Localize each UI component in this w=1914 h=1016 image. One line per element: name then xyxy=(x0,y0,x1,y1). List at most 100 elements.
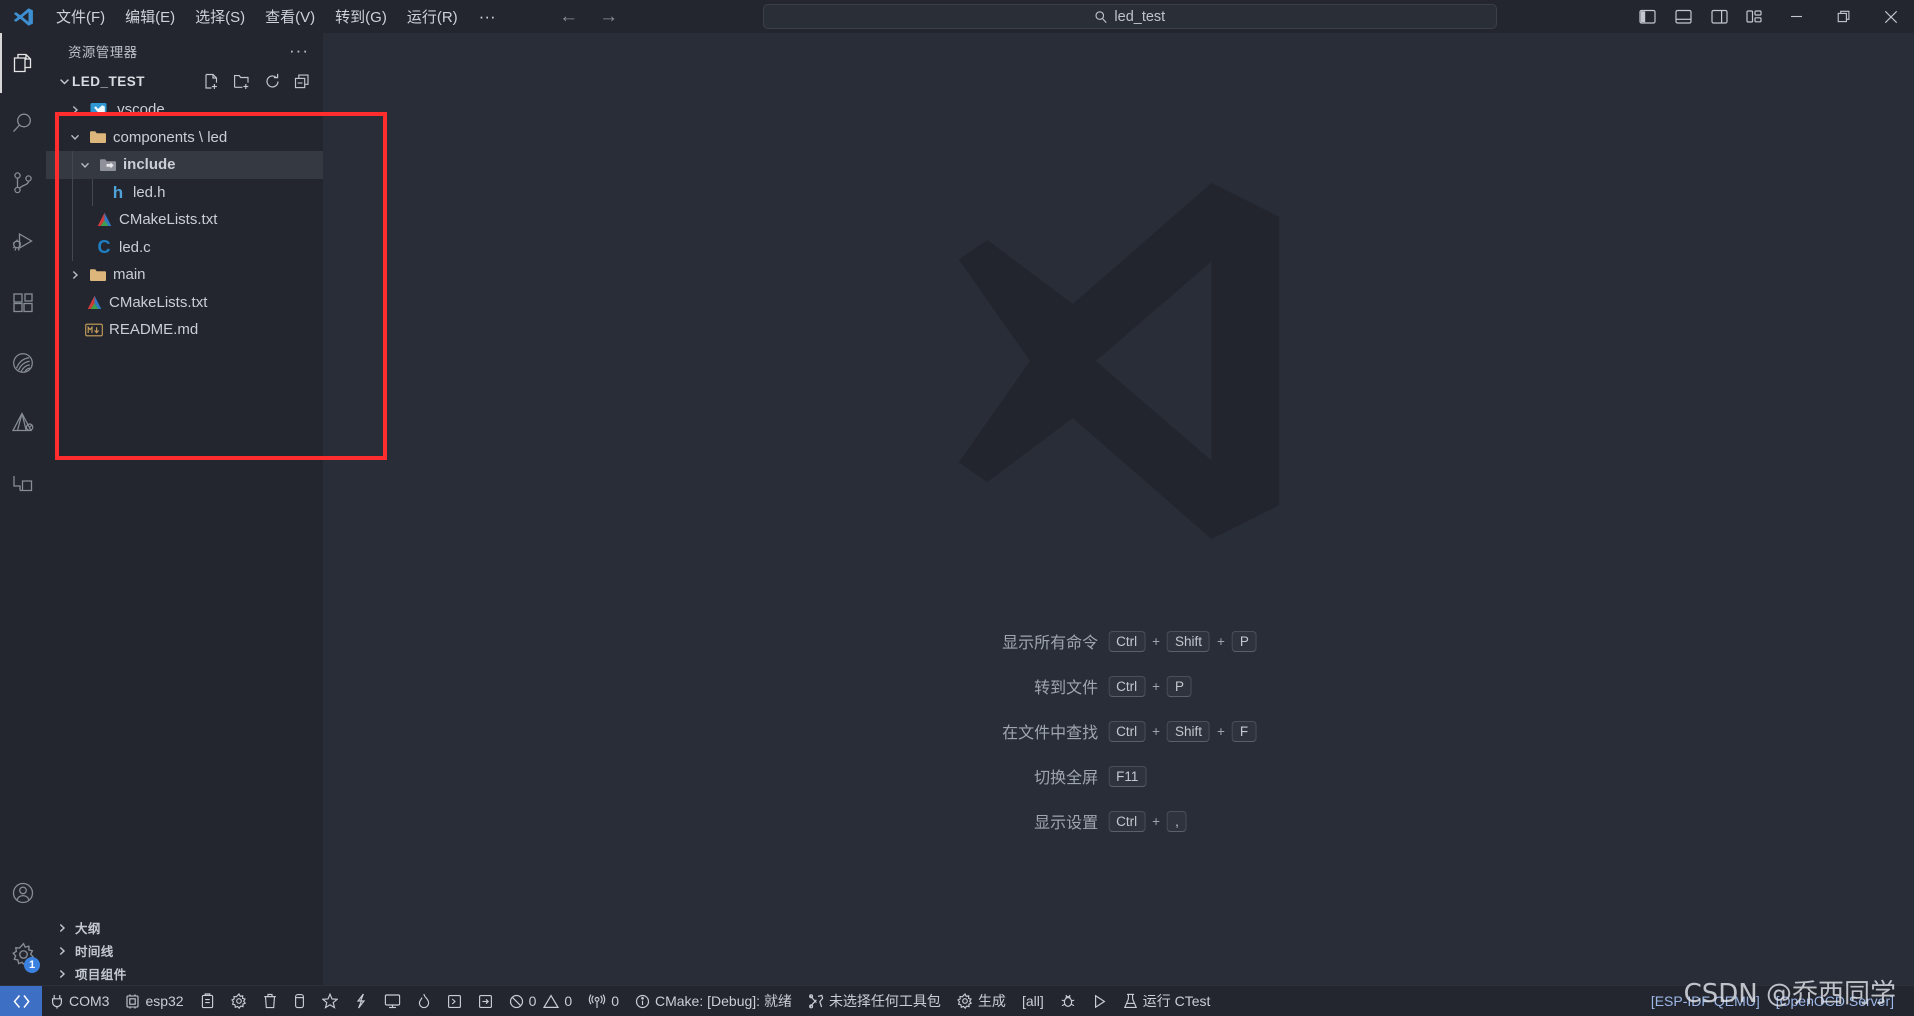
toggle-secondary-sidebar-icon[interactable] xyxy=(1701,0,1737,33)
sidebar-item-extensions[interactable] xyxy=(0,273,46,333)
status-monitor-device[interactable] xyxy=(314,986,346,1016)
manage-settings-button[interactable]: 1 xyxy=(0,923,46,985)
c-file-icon: C xyxy=(97,237,111,258)
status-cmake-kit[interactable]: 未选择任何工具包 xyxy=(800,986,949,1016)
menu-bar: 文件(F) 编辑(E) 选择(S) 查看(V) 转到(G) 运行(R) ··· xyxy=(46,0,507,33)
sidebar-item-search[interactable] xyxy=(0,93,46,153)
minimize-button[interactable] xyxy=(1773,0,1820,33)
status-cmake-ctest[interactable]: 运行 CTest xyxy=(1115,986,1219,1016)
tree-item-led-h-file[interactable]: h led.h xyxy=(46,178,323,206)
status-open-terminal[interactable] xyxy=(376,986,409,1016)
explorer-actions xyxy=(203,73,317,90)
status-label: [OpenOCD Server] xyxy=(1775,993,1894,1009)
chevron-right-icon xyxy=(64,270,86,280)
status-esp-idf-qemu[interactable]: [ESP-IDF QEMU] xyxy=(1643,986,1768,1016)
chevron-right-icon xyxy=(64,105,86,115)
status-open-idf-terminal[interactable] xyxy=(439,986,470,1016)
back-arrow-icon[interactable]: ← xyxy=(559,6,579,28)
status-bar: COM3 esp32 0 0 0 CMake: [Debug]: 就绪 未选择任… xyxy=(0,985,1914,1016)
vscode-window: 文件(F) 编辑(E) 选择(S) 查看(V) 转到(G) 运行(R) ··· … xyxy=(0,0,1914,1016)
sidebar-item-explorer[interactable] xyxy=(0,33,46,93)
status-idf-extra[interactable] xyxy=(470,986,501,1016)
tree-item-vscode-folder[interactable]: .vscode xyxy=(46,96,323,124)
activity-bar: 1 xyxy=(0,33,46,985)
status-cmake-launch[interactable] xyxy=(1084,986,1115,1016)
menu-more-button[interactable]: ··· xyxy=(468,0,507,33)
refresh-icon[interactable] xyxy=(264,73,281,90)
menu-run[interactable]: 运行(R) xyxy=(397,0,468,33)
menu-selection[interactable]: 选择(S) xyxy=(185,0,255,33)
tree-item-label: .vscode xyxy=(113,101,165,119)
sidebar-item-run-debug[interactable] xyxy=(0,213,46,273)
status-openocd-server[interactable]: [OpenOCD Server] xyxy=(1768,986,1914,1016)
key-cap: Ctrl xyxy=(1108,720,1146,742)
tree-item-label: led.c xyxy=(119,238,151,256)
toggle-primary-sidebar-icon[interactable] xyxy=(1629,0,1665,33)
restore-button[interactable] xyxy=(1820,0,1867,33)
new-file-icon[interactable] xyxy=(203,73,220,90)
status-label: 生成 xyxy=(977,993,1006,1009)
status-build-gear[interactable] xyxy=(223,986,255,1016)
tree-item-led-c-file[interactable]: C led.c xyxy=(46,233,323,261)
section-project-components[interactable]: 项目组件 xyxy=(46,962,323,985)
tree-item-include-folder[interactable]: include xyxy=(46,151,323,179)
status-select-flash-method[interactable] xyxy=(192,986,223,1016)
tree-item-readme-md-file[interactable]: README.md xyxy=(46,316,323,344)
status-cmake-build[interactable]: 生成 xyxy=(949,986,1014,1016)
status-problems-warnings[interactable]: 0 xyxy=(539,986,580,1016)
star-icon xyxy=(321,993,338,1009)
status-problems-errors[interactable]: 0 xyxy=(501,986,540,1016)
sidebar-item-espressif-idf[interactable] xyxy=(0,333,46,393)
menu-edit[interactable]: 编辑(E) xyxy=(115,0,185,33)
status-ports-forwarded[interactable]: 0 xyxy=(580,986,627,1016)
close-button[interactable] xyxy=(1867,0,1914,33)
status-label: [all] xyxy=(1021,993,1044,1009)
sidebar-item-cmake[interactable] xyxy=(0,393,46,453)
flash-chip-icon xyxy=(293,993,306,1009)
forward-arrow-icon[interactable]: → xyxy=(599,6,619,28)
menu-view[interactable]: 查看(V) xyxy=(255,0,325,33)
customize-layout-icon[interactable] xyxy=(1737,0,1773,33)
trash-icon xyxy=(263,993,277,1009)
toggle-panel-icon[interactable] xyxy=(1665,0,1701,33)
remote-window-button[interactable] xyxy=(0,985,42,1016)
status-cmake-debug[interactable] xyxy=(1052,986,1084,1016)
root-folder-header[interactable]: LED_TEST xyxy=(46,68,323,94)
section-outline[interactable]: 大纲 xyxy=(46,916,323,939)
tree-item-components-led-folder[interactable]: components \ led xyxy=(46,124,323,152)
shortcut-label: 转到文件 xyxy=(1034,680,1099,697)
status-full-clean[interactable] xyxy=(255,986,285,1016)
status-flash-device[interactable] xyxy=(285,986,314,1016)
section-timeline[interactable]: 时间线 xyxy=(46,939,323,962)
accounts-button[interactable] xyxy=(0,863,46,923)
status-build-flash-monitor[interactable] xyxy=(346,986,376,1016)
explorer-sidebar: 资源管理器 ··· LED_TEST .vscode components \ … xyxy=(46,33,387,985)
menu-file[interactable]: 文件(F) xyxy=(46,0,115,33)
explorer-more-actions-button[interactable]: ··· xyxy=(289,41,309,61)
radio-tower-icon xyxy=(588,993,606,1009)
status-serial-port[interactable]: COM3 xyxy=(42,986,117,1016)
sidebar-item-source-control[interactable] xyxy=(0,153,46,213)
flame-icon xyxy=(417,993,431,1009)
status-cmake-status[interactable]: CMake: [Debug]: 就绪 xyxy=(627,986,800,1016)
folder-icon xyxy=(86,267,110,283)
beaker-icon xyxy=(1123,993,1138,1009)
tree-item-cmakelists-inner-file[interactable]: CMakeLists.txt xyxy=(46,206,323,234)
status-idf-target[interactable]: esp32 xyxy=(117,986,191,1016)
files-icon xyxy=(10,50,36,76)
new-folder-icon[interactable] xyxy=(233,73,251,90)
sidebar-item-remote-explorer[interactable] xyxy=(0,453,46,513)
explorer-title-bar: 资源管理器 ··· xyxy=(46,33,323,68)
status-label: 运行 CTest xyxy=(1142,993,1211,1009)
explorer-title: 资源管理器 xyxy=(68,44,138,60)
tree-item-main-folder[interactable]: main xyxy=(46,261,323,289)
status-cmake-build-target[interactable]: [all] xyxy=(1014,986,1052,1016)
status-idf-flame[interactable] xyxy=(409,986,439,1016)
collapse-all-icon[interactable] xyxy=(294,73,311,90)
chevron-right-icon xyxy=(57,946,75,956)
tree-item-cmakelists-root-file[interactable]: CMakeLists.txt xyxy=(46,289,323,317)
status-label: 0 xyxy=(611,993,619,1009)
menu-go[interactable]: 转到(G) xyxy=(325,0,397,33)
search-input[interactable]: led_test xyxy=(762,4,1497,29)
key-plus: + xyxy=(1217,633,1225,649)
